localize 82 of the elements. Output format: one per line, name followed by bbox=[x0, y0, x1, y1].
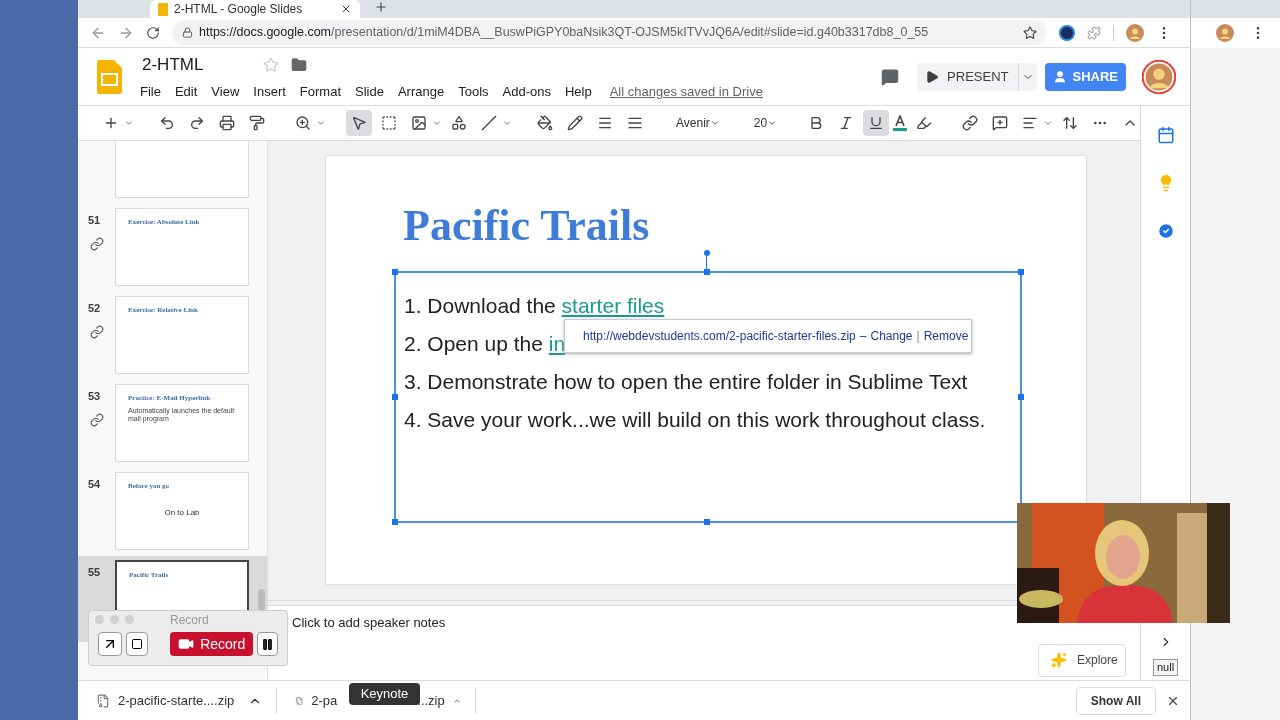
star-icon[interactable] bbox=[263, 56, 280, 73]
calendar-icon[interactable] bbox=[1156, 126, 1175, 144]
resize-handle[interactable] bbox=[704, 269, 710, 275]
menu-item[interactable]: Arrange bbox=[397, 81, 445, 101]
menu-item[interactable]: Format bbox=[299, 81, 341, 101]
slide-title[interactable]: Pacific Trails bbox=[403, 204, 650, 248]
underline-icon[interactable] bbox=[863, 110, 890, 136]
file-name[interactable]: 2-pacific-starte....zip bbox=[118, 690, 235, 711]
slide-number: 53 bbox=[88, 389, 101, 404]
thumbnail-text: On to Lab bbox=[164, 506, 200, 519]
browser-tab[interactable]: 2-HTML - Google Slides bbox=[150, 0, 360, 18]
close-icon[interactable] bbox=[340, 3, 352, 15]
url-text: https://docs.google.com/presentation/d/1miM4DBA__BuswPiGPY0baNsik3QT-OJSM5kITVvJQ6A/edit#slide=id.g40b3317db8_0_55 bbox=[199, 24, 930, 42]
file-name[interactable]: 2-pa bbox=[311, 690, 338, 711]
share-button[interactable]: SHARE bbox=[1045, 62, 1126, 91]
text-box[interactable] bbox=[394, 271, 1022, 523]
caret-icon bbox=[767, 118, 778, 128]
menu-item[interactable]: Edit bbox=[174, 81, 198, 101]
record-button[interactable]: Record bbox=[170, 632, 254, 656]
menu-item[interactable]: View bbox=[211, 81, 240, 101]
menu-item[interactable]: Tools bbox=[458, 81, 489, 101]
menu-item[interactable]: Help bbox=[564, 81, 592, 101]
tooltip: null bbox=[1153, 659, 1179, 676]
menu-item[interactable]: Slide bbox=[355, 81, 384, 101]
link-url[interactable]: http://webdevstudents.com/2-pacific-starter-files.zip bbox=[583, 327, 856, 345]
slide-number: 52 bbox=[88, 301, 101, 316]
explore-icon bbox=[1051, 652, 1067, 669]
separator: | bbox=[916, 328, 920, 345]
rectangle-icon bbox=[131, 638, 143, 650]
rectangle-tool-button[interactable] bbox=[125, 632, 149, 656]
play-icon bbox=[925, 69, 940, 84]
slides-logo-icon bbox=[158, 2, 168, 16]
slide-number: 55 bbox=[88, 565, 101, 580]
lock-icon bbox=[182, 27, 193, 38]
list-item: 3. Demonstrate how to open the entire folder in Sublime Text bbox=[404, 369, 969, 396]
scrollbar bbox=[258, 589, 265, 611]
menu-item[interactable]: File bbox=[140, 81, 161, 101]
reload-icon[interactable] bbox=[146, 25, 160, 40]
tasks-icon[interactable] bbox=[1156, 222, 1175, 240]
new-tab-icon[interactable] bbox=[374, 0, 388, 14]
arrow-tool-button[interactable] bbox=[98, 632, 122, 656]
font-size-dropdown[interactable]: 20 bbox=[747, 110, 784, 136]
camera-icon bbox=[178, 636, 195, 652]
list-item: 4. Save your work...we will build on this work throughout class. bbox=[404, 407, 987, 434]
comment-icon[interactable] bbox=[881, 67, 900, 86]
person-icon bbox=[1053, 69, 1068, 84]
window-title: Record bbox=[170, 611, 209, 629]
extension-icon[interactable] bbox=[1059, 24, 1075, 41]
avatar-icon[interactable] bbox=[1126, 23, 1144, 42]
speaker-notes-placeholder[interactable]: Click to add speaker notes bbox=[292, 613, 446, 633]
resize-handle[interactable] bbox=[392, 394, 398, 400]
caret-icon bbox=[709, 118, 720, 128]
font-dropdown[interactable]: Avenir bbox=[668, 110, 728, 136]
slide-thumbnail[interactable] bbox=[115, 141, 249, 198]
avatar-icon[interactable] bbox=[1216, 24, 1234, 42]
save-status-link[interactable]: All changes saved in Drive bbox=[609, 81, 763, 101]
resize-handle[interactable] bbox=[1018, 394, 1024, 400]
rotate-handle[interactable] bbox=[704, 250, 710, 256]
menu-item[interactable]: Insert bbox=[253, 81, 286, 101]
pause-icon bbox=[261, 637, 275, 651]
separator: – bbox=[859, 328, 867, 345]
pause-button[interactable] bbox=[257, 632, 278, 656]
present-button[interactable]: PRESENT bbox=[917, 62, 1038, 91]
avatar-icon[interactable] bbox=[1142, 59, 1176, 94]
bookmark-star-icon[interactable] bbox=[1023, 25, 1037, 40]
document-title[interactable]: 2-HTML bbox=[142, 52, 204, 78]
select-tool-icon[interactable] bbox=[346, 110, 372, 136]
address-bar[interactable]: https://docs.google.com/presentation/d/1miM4DBA__BuswPiGPY0baNsik3QT-OJSM5kITVvJQ6A/edit#slide=id.g40b3317db8_0_55 bbox=[172, 19, 1047, 46]
tab-title: 2-HTML - Google Slides bbox=[174, 3, 304, 15]
change-link[interactable]: Change bbox=[870, 327, 913, 345]
slide-number: 54 bbox=[88, 477, 101, 492]
resize-handle[interactable] bbox=[1018, 269, 1024, 275]
menu-item[interactable]: Add-ons bbox=[502, 81, 551, 101]
resize-handle[interactable] bbox=[392, 269, 398, 275]
slide-number: 51 bbox=[88, 213, 101, 228]
explore-button[interactable]: Explore bbox=[1038, 643, 1126, 677]
show-all-button[interactable]: Show All bbox=[1075, 686, 1156, 715]
zip-file-icon[interactable] bbox=[96, 693, 110, 708]
resize-handle[interactable] bbox=[392, 519, 398, 525]
resize-handle[interactable] bbox=[704, 519, 710, 525]
folder-icon[interactable] bbox=[291, 56, 308, 73]
remove-link[interactable]: Remove bbox=[923, 327, 969, 345]
